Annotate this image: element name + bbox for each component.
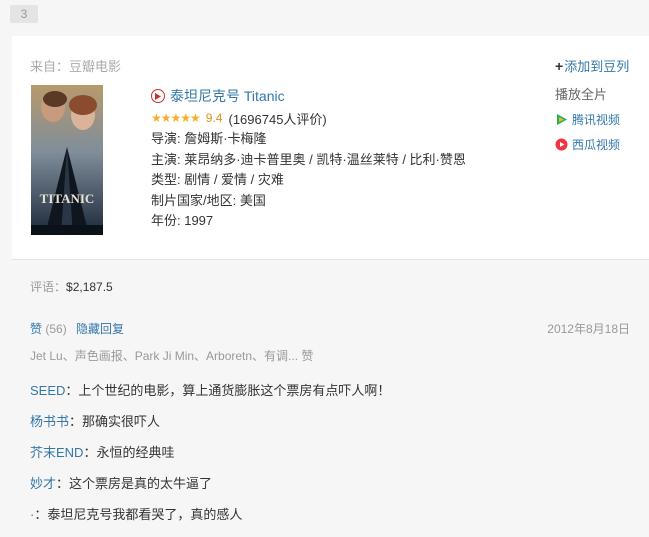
provider-xigua-link[interactable]: 西瓜视频 bbox=[572, 136, 620, 153]
comment-item: ·：泰坦尼克号我都看哭了，真的感人 bbox=[30, 507, 243, 522]
rating-score: 9.4 bbox=[205, 111, 223, 125]
watch-full-label: 播放全片 bbox=[555, 87, 608, 102]
rating-stars: ★★★★★ bbox=[151, 111, 201, 125]
comment-text: 永恒的经典哇 bbox=[96, 445, 175, 460]
hide-replies-link[interactable]: 隐藏回复 bbox=[76, 322, 124, 336]
comment-text: 这个票房是真的太牛逼了 bbox=[69, 476, 213, 491]
provider-xigua[interactable]: 西瓜视频 bbox=[555, 136, 645, 153]
tencent-video-icon bbox=[555, 113, 568, 126]
movie-country: 制片国家/地区: 美国 bbox=[151, 192, 266, 208]
poster-title-text: TITANIC bbox=[40, 191, 95, 206]
source-label: 来自：豆瓣电影 bbox=[30, 59, 122, 74]
price-line: 评语：$2,187.5 bbox=[30, 278, 113, 295]
comment-author[interactable]: 芥末END bbox=[30, 445, 83, 460]
comment-item: 芥末END：永恒的经典哇 bbox=[30, 445, 175, 460]
comment-item: 杨书书：那确实很吓人 bbox=[30, 414, 161, 429]
comment-text: 泰坦尼克号我都看哭了，真的感人 bbox=[47, 507, 243, 522]
movie-year: 年份: 1997 bbox=[151, 213, 214, 228]
likes-row: 赞 (56) 隐藏回复 2012年8月18日 bbox=[30, 320, 630, 336]
like-count: (56) bbox=[45, 322, 67, 336]
poster-image: TITANIC bbox=[31, 85, 103, 235]
comment-author[interactable]: 妙才 bbox=[30, 476, 56, 491]
price-value: $2,187.5 bbox=[66, 280, 113, 294]
post-date: 2012年8月18日 bbox=[547, 322, 630, 336]
card-actions: + 添加到豆列 播放全片 腾讯视频 西瓜视频 bbox=[555, 56, 645, 153]
movie-director: 导演: 詹姆斯·卡梅隆 bbox=[151, 131, 267, 146]
movie-cast: 主演: 莱昂纳多·迪卡普里奥 / 凯特·温丝莱特 / 比利·赞恩 bbox=[151, 151, 466, 167]
play-icon[interactable] bbox=[151, 89, 165, 103]
page-number-badge: 3 bbox=[10, 5, 38, 23]
add-to-douban-label: 添加到豆列 bbox=[564, 59, 630, 74]
movie-genre: 类型: 剧情 / 爱情 / 灾难 bbox=[151, 172, 284, 187]
like-button[interactable]: 赞 bbox=[30, 322, 42, 336]
movie-info: 泰坦尼克号 Titanic ★★★★★ 9.4 (1696745人评价) 导演:… bbox=[151, 86, 466, 232]
add-to-douban-link[interactable]: + 添加到豆列 bbox=[555, 56, 645, 75]
comment-text: 那确实很吓人 bbox=[82, 414, 161, 429]
xigua-video-icon bbox=[555, 138, 568, 151]
likers-list: Jet Lu、声色画报、Park Ji Min、Arboretn、有调... 赞 bbox=[30, 349, 314, 363]
movie-card: 来自：豆瓣电影 TITANIC 泰坦尼克号 Titanic ★★★★★ 9.4 … bbox=[12, 36, 649, 260]
rating-row: ★★★★★ 9.4 (1696745人评价) bbox=[151, 107, 466, 129]
provider-tencent[interactable]: 腾讯视频 bbox=[555, 111, 645, 128]
comment-text: 上个世纪的电影，算上通货膨胀这个票房有点吓人啊！ bbox=[78, 383, 391, 398]
movie-title-link[interactable]: 泰坦尼克号 Titanic bbox=[170, 86, 285, 106]
comment-list: SEED：上个世纪的电影，算上通货膨胀这个票房有点吓人啊！ 杨书书：那确实很吓人… bbox=[30, 382, 630, 537]
comment-item: 妙才：这个票房是真的太牛逼了 bbox=[30, 476, 213, 491]
rating-votes: (1696745人评价) bbox=[228, 111, 327, 127]
price-label: 评语： bbox=[30, 280, 67, 294]
comment-author[interactable]: 杨书书 bbox=[30, 414, 69, 429]
comment-item: SEED：上个世纪的电影，算上通货膨胀这个票房有点吓人啊！ bbox=[30, 383, 391, 398]
provider-tencent-link[interactable]: 腾讯视频 bbox=[572, 111, 620, 128]
page-background: 3 来自：豆瓣电影 TITANIC 泰坦尼克号 Titanic ★★★★★ 9.… bbox=[0, 0, 649, 537]
movie-title-row: 泰坦尼克号 Titanic bbox=[151, 86, 466, 106]
comment-author[interactable]: SEED bbox=[30, 383, 65, 398]
plus-icon: + bbox=[555, 57, 564, 74]
movie-poster[interactable]: TITANIC bbox=[31, 85, 103, 235]
